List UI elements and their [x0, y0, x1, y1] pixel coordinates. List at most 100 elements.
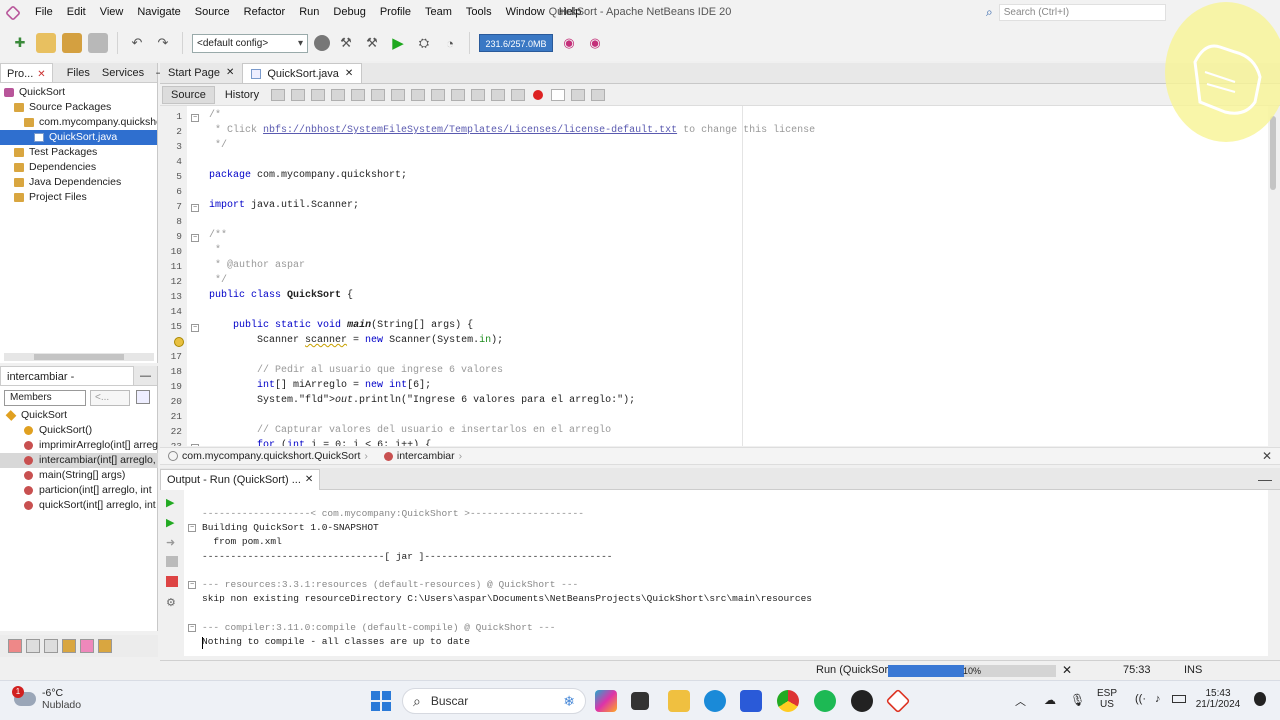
globe-icon[interactable] — [314, 35, 330, 51]
fold-toggle-icon[interactable]: − — [191, 114, 199, 122]
run-status-label[interactable]: Run (QuickSort) — [816, 664, 895, 676]
gc-icon[interactable]: ◉ — [559, 33, 579, 53]
arrow-icon[interactable]: ➜ — [166, 536, 178, 549]
fold-toggle-icon[interactable]: − — [188, 524, 196, 533]
open-project-icon[interactable] — [62, 33, 82, 53]
fold-toggle-icon[interactable]: − — [191, 444, 199, 446]
tab-services[interactable]: Services — [96, 63, 150, 82]
save-all-icon[interactable] — [88, 33, 108, 53]
menu-file[interactable]: File — [28, 0, 60, 25]
prev-bookmark-icon[interactable] — [431, 88, 446, 101]
debug-icon[interactable]: ⛭ — [414, 33, 434, 53]
menu-run[interactable]: Run — [292, 0, 326, 25]
start-macro-icon[interactable] — [533, 89, 544, 100]
tool-icon[interactable] — [80, 639, 94, 653]
edge-icon[interactable] — [704, 690, 726, 712]
history-button[interactable]: History — [217, 87, 267, 103]
close-icon[interactable]: ✕ — [345, 64, 353, 84]
toggle-rect-select-icon[interactable] — [411, 88, 426, 101]
minimize-panel-icon[interactable]: — — [134, 366, 157, 385]
filter-select[interactable]: <... — [90, 390, 130, 406]
close-icon[interactable]: ✕ — [37, 69, 45, 80]
find-icon[interactable] — [331, 88, 346, 101]
navigator-member[interactable]: intercambiar(int[] arreglo, — [0, 453, 158, 468]
navigator-member[interactable]: imprimirArreglo(int[] arreg — [0, 438, 158, 453]
search-input[interactable]: Search (Ctrl+I) — [998, 4, 1166, 21]
next-bookmark-icon[interactable] — [451, 88, 466, 101]
new-file-icon[interactable]: ✚ — [10, 33, 30, 53]
tab-navigator[interactable]: intercambiar - Navigat...✕ — [0, 366, 134, 403]
tool-icon[interactable] — [44, 639, 58, 653]
tree-item[interactable]: QuickSort — [0, 85, 157, 100]
tool-icon[interactable] — [26, 639, 40, 653]
fold-toggle-icon[interactable]: − — [191, 234, 199, 242]
battery-icon[interactable] — [1172, 695, 1186, 703]
fold-toggle-icon[interactable]: − — [191, 324, 199, 332]
cancel-icon[interactable]: ✕ — [1062, 663, 1072, 677]
shift-left-icon[interactable] — [491, 88, 506, 101]
copilot-icon[interactable] — [595, 690, 617, 712]
toggle-bookmark-icon[interactable] — [471, 88, 486, 101]
stop-macro-icon[interactable] — [551, 88, 566, 101]
menu-navigate[interactable]: Navigate — [130, 0, 187, 25]
find-prev-icon[interactable] — [351, 88, 366, 101]
rerun-with-icon[interactable]: ▶ — [166, 516, 178, 529]
windows-start-icon[interactable] — [371, 691, 391, 711]
chrome-icon[interactable] — [777, 690, 799, 712]
redo-icon[interactable]: ↷ — [153, 33, 173, 53]
tree-item[interactable]: Dependencies — [0, 160, 157, 175]
tree-item[interactable]: Test Packages — [0, 145, 157, 160]
microphone-icon[interactable]: 🎙 — [1070, 693, 1085, 707]
shift-right-icon[interactable] — [511, 88, 526, 101]
stop-icon[interactable] — [166, 576, 178, 587]
menu-refactor[interactable]: Refactor — [237, 0, 293, 25]
navigator-member[interactable]: main(String[] args) — [0, 468, 158, 483]
members-filter-select[interactable]: Members — [4, 390, 86, 406]
fold-toggle-icon[interactable]: − — [188, 623, 196, 632]
store-icon[interactable] — [740, 690, 762, 712]
output-console[interactable]: -------------------< com.mycompany:Quick… — [184, 490, 1268, 656]
settings-icon[interactable]: ⚙ — [166, 596, 178, 609]
tree-item[interactable]: QuickSort.java — [0, 130, 157, 145]
menu-tools[interactable]: Tools — [459, 0, 499, 25]
clock[interactable]: 15:43 21/1/2024 — [1190, 688, 1246, 710]
tool-icon[interactable] — [8, 639, 22, 653]
obs-icon[interactable] — [851, 690, 873, 712]
speaker-icon[interactable]: ♪ — [1155, 693, 1161, 705]
tool-icon[interactable] — [98, 639, 112, 653]
menu-view[interactable]: View — [93, 0, 131, 25]
toggle-highlight-icon[interactable] — [391, 88, 406, 101]
navigator-member[interactable]: QuickSort() — [0, 423, 158, 438]
profiler-icon[interactable]: ◉ — [585, 33, 605, 53]
clear-icon[interactable] — [166, 556, 178, 567]
minimize-panel-icon[interactable]: — — [1258, 471, 1272, 487]
comment-icon[interactable] — [571, 88, 586, 101]
config-select[interactable]: <default config> — [192, 33, 308, 53]
tree-item[interactable]: Source Packages — [0, 100, 157, 115]
navigator-root[interactable]: QuickSort — [0, 408, 158, 423]
source-button[interactable]: Source — [162, 85, 215, 104]
file-explorer-icon[interactable] — [668, 690, 690, 712]
tab-output-run[interactable]: Output - Run (QuickSort) ... ✕ — [160, 469, 321, 490]
task-view-icon[interactable] — [631, 692, 649, 710]
spotify-icon[interactable] — [814, 690, 836, 712]
language-indicator[interactable]: ESP US — [1095, 688, 1119, 710]
tree-item[interactable]: com.mycompany.quickshort — [0, 115, 157, 130]
breadcrumb-method[interactable]: intercambiar — [397, 450, 455, 462]
quick-search[interactable]: ⌕ Search (Ctrl+I) — [986, 4, 1166, 21]
tab-start-page[interactable]: Start Page ✕ — [160, 63, 242, 83]
close-icon[interactable]: ✕ — [1262, 449, 1272, 463]
netbeans-icon[interactable] — [885, 688, 911, 714]
menu-help[interactable]: Help — [552, 0, 589, 25]
navigator-member[interactable]: particion(int[] arreglo, int — [0, 483, 158, 498]
undo-icon[interactable]: ↶ — [127, 33, 147, 53]
notifications-icon[interactable] — [1254, 692, 1266, 706]
find-next-icon[interactable] — [371, 88, 386, 101]
last-edit-icon[interactable] — [311, 88, 326, 101]
chevron-up-icon[interactable]: ︿ — [1015, 693, 1026, 709]
code-editor[interactable]: 1234567891011121314151617181920212223 /*… — [160, 106, 1268, 446]
menu-team[interactable]: Team — [418, 0, 459, 25]
horizontal-scrollbar[interactable] — [4, 353, 154, 361]
back-icon[interactable] — [271, 88, 286, 101]
menu-source[interactable]: Source — [188, 0, 237, 25]
